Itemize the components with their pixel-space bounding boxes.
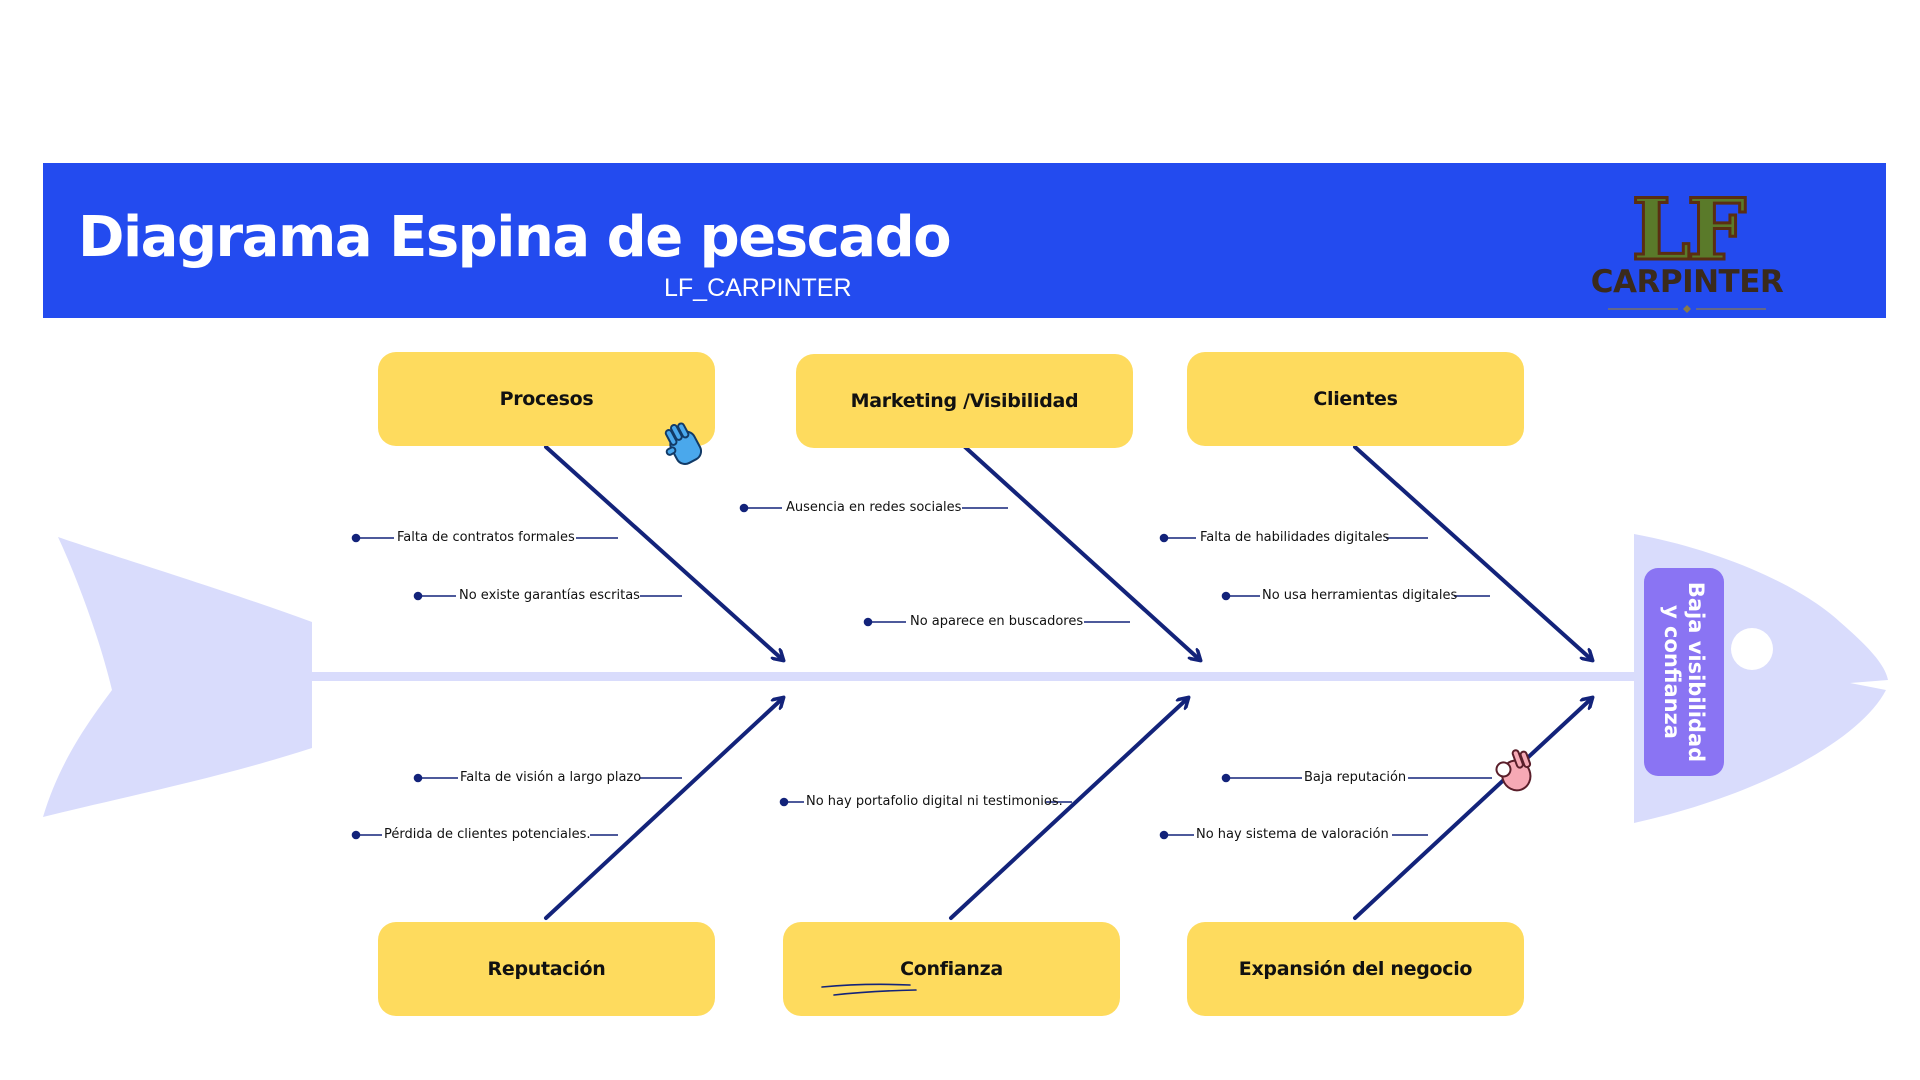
bone-procesos bbox=[544, 445, 783, 660]
logo-wordmark: CARPINTER bbox=[1590, 264, 1784, 300]
cause-text: No hay portafolio digital ni testimonios… bbox=[806, 794, 1063, 809]
fish-eye bbox=[1731, 628, 1773, 670]
cause-text: Falta de contratos formales bbox=[397, 530, 575, 545]
category-confianza: Confianza bbox=[783, 922, 1120, 1016]
cause-text: Falta de visión a largo plazo bbox=[460, 770, 642, 785]
cause-text: No existe garantías escritas bbox=[459, 588, 640, 603]
fish-spine bbox=[312, 672, 1644, 681]
cause-text: No aparece en buscadores bbox=[910, 614, 1084, 629]
cause-connectors bbox=[351, 503, 1492, 840]
ok-hand-icon bbox=[1495, 749, 1532, 792]
category-clientes: Clientes bbox=[1187, 352, 1524, 446]
category-reputacion: Reputación bbox=[378, 922, 715, 1016]
cause-text: No hay sistema de valoración bbox=[1196, 827, 1389, 842]
cause-text: Falta de habilidades digitales bbox=[1200, 530, 1390, 545]
logo-ornament-icon bbox=[1608, 305, 1766, 313]
cause-text: Pérdida de clientes potenciales. bbox=[384, 827, 591, 842]
effect-label: Baja visibilidad y confianza bbox=[1660, 581, 1708, 763]
page-subtitle: LF_CARPINTER bbox=[664, 274, 852, 302]
fish-tail bbox=[43, 537, 312, 817]
bone-clientes bbox=[1353, 445, 1592, 660]
scribble-underline-icon bbox=[821, 983, 917, 996]
category-expansion-negocio: Expansión del negocio bbox=[1187, 922, 1524, 1016]
cause-text: Baja reputación bbox=[1304, 770, 1407, 785]
cause-text: Ausencia en redes sociales bbox=[786, 500, 962, 515]
bone-expansion bbox=[1353, 698, 1592, 920]
fishbone-slide: Diagrama Espina de pescado LF_CARPINTER … bbox=[0, 0, 1920, 1080]
brand-logo: LF CARPINTER bbox=[1578, 179, 1796, 315]
fishbone-diagram bbox=[43, 445, 1888, 920]
category-marketing-visibilidad: Marketing /Visibilidad bbox=[796, 354, 1133, 448]
bone-reputacion bbox=[544, 698, 783, 920]
cause-text: No usa herramientas digitales bbox=[1262, 588, 1458, 603]
page-title: Diagrama Espina de pescado bbox=[78, 205, 952, 270]
clapping-hands-icon bbox=[664, 422, 703, 465]
